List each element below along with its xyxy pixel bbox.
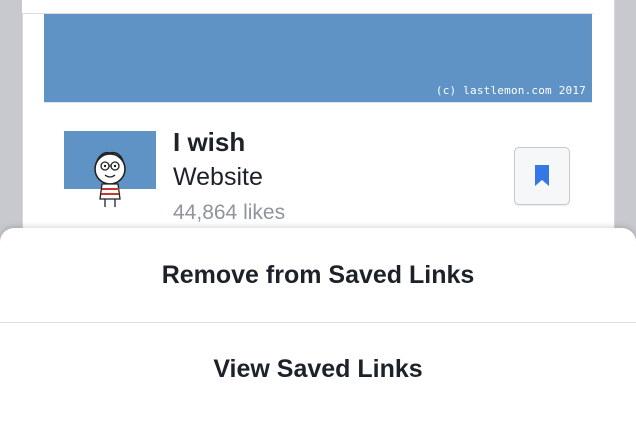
view-saved-links-button[interactable]: View Saved Links <box>0 322 636 416</box>
page-title[interactable]: I wish <box>173 127 245 158</box>
page-likes-count: 44,864 likes <box>173 201 286 224</box>
cartoon-character-icon <box>94 151 126 207</box>
action-sheet: Remove from Saved Links View Saved Links <box>0 228 636 424</box>
screen: (c) lastlemon.com 2017 I wish Website 44… <box>0 0 636 424</box>
page-thumbnail[interactable] <box>64 131 156 211</box>
save-bookmark-button[interactable] <box>514 147 570 205</box>
bookmark-icon <box>535 165 549 186</box>
page-category: Website <box>173 163 263 191</box>
card-top-strip <box>22 0 593 14</box>
remove-from-saved-links-button[interactable]: Remove from Saved Links <box>0 228 636 322</box>
banner-credit-text: (c) lastlemon.com 2017 <box>435 84 586 97</box>
post-banner-image[interactable]: (c) lastlemon.com 2017 <box>44 14 592 102</box>
shared-page-row[interactable]: I wish Website 44,864 likes <box>44 102 592 243</box>
